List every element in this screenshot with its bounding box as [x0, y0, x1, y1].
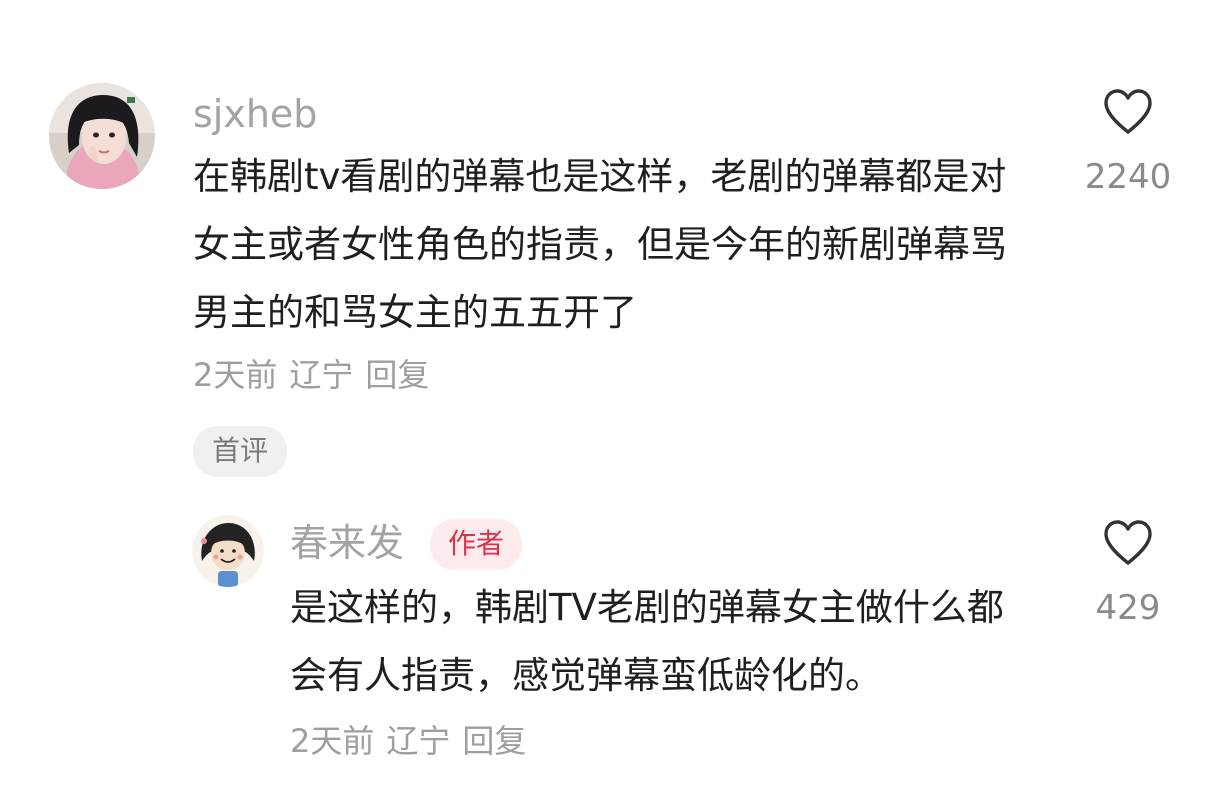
reply-content: 是这样的，韩剧TV老剧的弹幕女主做什么都会有人指责，感觉弹幕蛮低龄化的。: [290, 586, 1004, 697]
heart-outline-icon: [1104, 89, 1152, 134]
reply-meta: 2天前 辽宁 回复: [290, 725, 538, 757]
author-badge: 作者: [430, 519, 523, 570]
reply-reply-button[interactable]: 回复: [462, 722, 526, 760]
comment-content: 在韩剧tv看剧的弹幕也是这样，老剧的弹幕都是对女主或者女性角色的指责，但是今年的…: [193, 155, 1007, 334]
reply-username[interactable]: 春来发: [290, 524, 404, 562]
comment-location: 辽宁: [289, 356, 354, 394]
reply-like-count: 429: [1095, 588, 1161, 628]
reply-avatar[interactable]: [192, 515, 264, 587]
comment-username[interactable]: sjxheb: [193, 95, 317, 133]
reply-time: 2天前: [290, 722, 375, 760]
comment-time: 2天前: [193, 356, 278, 394]
comment-like-count: 2240: [1084, 157, 1172, 197]
heart-outline-icon: [1104, 520, 1152, 565]
comment-like-button[interactable]: 2240: [1080, 88, 1176, 194]
reply-location: 辽宁: [386, 722, 451, 760]
first-comment-badge: 首评: [193, 426, 288, 477]
reply-like-button[interactable]: 429: [1080, 519, 1176, 625]
avatar[interactable]: [49, 83, 155, 189]
comment-meta: 2天前 辽宁 回复: [193, 359, 441, 391]
comment-reply-button[interactable]: 回复: [365, 356, 429, 394]
